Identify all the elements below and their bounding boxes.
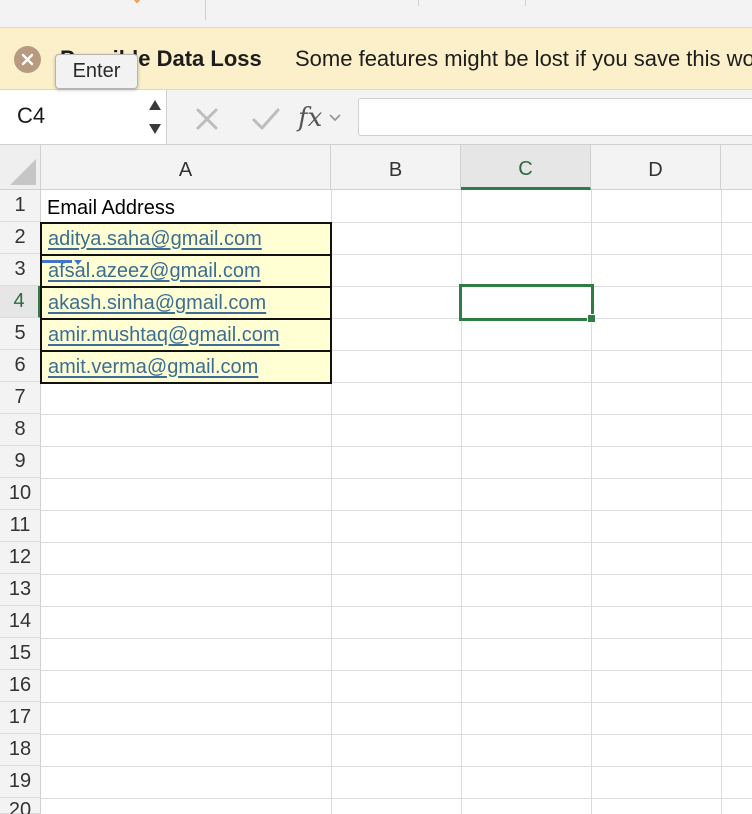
name-box[interactable]: C4 — [0, 90, 167, 144]
x-icon[interactable] — [192, 104, 222, 134]
chevron-down-icon — [329, 114, 341, 122]
cell-a4-hyperlink[interactable]: akash.sinha@gmail.com — [40, 286, 332, 320]
row-header[interactable]: 13 — [0, 574, 41, 606]
smart-tag-icon[interactable] — [42, 259, 86, 267]
gridline — [41, 478, 752, 479]
row-header[interactable]: 17 — [0, 702, 41, 734]
cell-a2-hyperlink[interactable]: aditya.saha@gmail.com — [40, 222, 332, 256]
cell-a1[interactable]: Email Address — [41, 192, 331, 224]
ribbon-divider — [205, 0, 206, 20]
gridline — [41, 734, 752, 735]
gridline — [41, 670, 752, 671]
row-header[interactable]: 16 — [0, 670, 41, 702]
gridline — [41, 638, 752, 639]
row-header[interactable]: 10 — [0, 478, 41, 510]
column-header-b[interactable]: B — [331, 145, 461, 190]
gridline — [721, 190, 722, 814]
name-box-value: C4 — [17, 103, 46, 128]
row-header[interactable]: 6 — [0, 350, 41, 382]
checkmark-icon[interactable] — [250, 104, 282, 134]
gridline — [41, 766, 752, 767]
tooltip: Enter — [55, 54, 138, 89]
fx-icon: fx — [298, 103, 323, 133]
column-header-e[interactable] — [721, 145, 752, 190]
row-header[interactable]: 19 — [0, 766, 41, 798]
spreadsheet-grid: A B C D 1 2 3 4 5 6 7 8 9 10 11 12 13 14… — [0, 145, 752, 814]
ribbon-partial-icon[interactable] — [126, 0, 148, 8]
close-message-button[interactable] — [14, 46, 41, 73]
row-header[interactable]: 12 — [0, 542, 41, 574]
column-header-d[interactable]: D — [591, 145, 721, 190]
row-header[interactable]: 11 — [0, 510, 41, 542]
select-all-corner[interactable] — [0, 145, 41, 190]
gridline — [41, 542, 752, 543]
column-header-c[interactable]: C — [461, 145, 591, 190]
selected-cell-c4[interactable] — [459, 284, 594, 321]
gridline — [41, 606, 752, 607]
row-header[interactable]: 18 — [0, 734, 41, 766]
row-header[interactable]: 2 — [0, 222, 41, 254]
row-header-active[interactable]: 4 — [0, 286, 41, 318]
gridline — [41, 414, 752, 415]
up-down-spinner-icon[interactable] — [148, 96, 162, 138]
column-header-a[interactable]: A — [41, 145, 331, 190]
row-header[interactable]: 20 — [0, 798, 41, 814]
insert-function-button[interactable]: fx — [298, 98, 358, 138]
ribbon-divider — [525, 0, 526, 6]
message-text: Some features might be lost if you save … — [295, 46, 752, 71]
gridline — [41, 446, 752, 447]
close-circle-icon — [21, 53, 34, 66]
row-header[interactable]: 3 — [0, 254, 41, 286]
ribbon-divider — [418, 0, 419, 6]
row-header[interactable]: 5 — [0, 318, 41, 350]
gridline — [41, 510, 752, 511]
formula-bar: C4 fx — [0, 90, 752, 145]
row-header[interactable]: 1 — [0, 190, 41, 222]
formula-input[interactable] — [358, 98, 752, 136]
gridline — [41, 798, 752, 799]
row-header[interactable]: 9 — [0, 446, 41, 478]
gridline — [41, 574, 752, 575]
cell-a6-hyperlink[interactable]: amit.verma@gmail.com — [40, 350, 332, 384]
fill-handle[interactable] — [587, 314, 596, 323]
cell-a5-hyperlink[interactable]: amir.mushtaq@gmail.com — [40, 318, 332, 352]
row-header[interactable]: 7 — [0, 382, 41, 414]
gridline — [41, 702, 752, 703]
row-header[interactable]: 14 — [0, 606, 41, 638]
ribbon-strip — [0, 0, 752, 28]
row-header[interactable]: 8 — [0, 414, 41, 446]
row-header[interactable]: 15 — [0, 638, 41, 670]
select-all-triangle-icon — [10, 159, 36, 185]
